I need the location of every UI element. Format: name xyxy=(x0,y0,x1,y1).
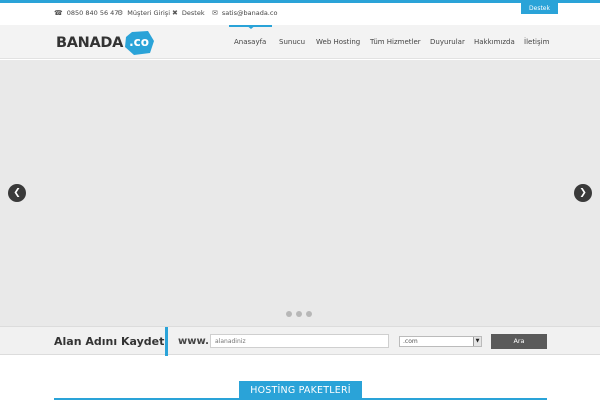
tld-selected-value: .com xyxy=(403,338,418,345)
domain-search-bar: Alan Adını Kaydet www. .com ▼ Ara xyxy=(0,326,600,356)
slider-dot[interactable] xyxy=(306,311,312,317)
phone-number: 0850 840 56 47 xyxy=(66,9,119,17)
chevron-right-icon[interactable]: ❯ xyxy=(574,184,592,202)
nav-item-contact[interactable]: İletişim xyxy=(524,38,549,46)
support-tab[interactable]: Destek xyxy=(521,3,558,14)
slider-dots xyxy=(286,311,312,317)
logo-badge-text: .co xyxy=(129,35,150,49)
customer-login-link[interactable]: ⚙ Müşteri Girişi xyxy=(117,9,170,17)
tools-icon: ✖ xyxy=(172,9,178,17)
email-address: satis@banada.co xyxy=(221,9,278,17)
site-header: BANADA .co Anasayfa Sunucu Web Hosting T… xyxy=(0,25,600,59)
gears-icon: ⚙ xyxy=(117,9,124,17)
chevron-left-icon[interactable]: ❮ xyxy=(8,184,26,202)
nav-item-all-services[interactable]: Tüm Hizmetler xyxy=(370,38,421,46)
domain-search-title: Alan Adını Kaydet xyxy=(54,335,165,348)
search-button[interactable]: Ara xyxy=(491,334,547,349)
slider-dot[interactable] xyxy=(286,311,292,317)
email-link[interactable]: ✉ satis@banada.co xyxy=(212,9,277,17)
nav-active-arrow xyxy=(246,25,256,29)
logo-text: BANADA xyxy=(56,35,124,51)
nav-item-server[interactable]: Sunucu xyxy=(279,38,305,46)
logo-badge: .co xyxy=(124,31,155,55)
domain-input[interactable] xyxy=(210,334,389,348)
top-bar: ☎ 0850 840 56 47 ⚙ Müşteri Girişi ✖ Dest… xyxy=(0,0,600,25)
phone-contact[interactable]: ☎ 0850 840 56 47 xyxy=(54,9,118,17)
nav-item-web-hosting[interactable]: Web Hosting xyxy=(316,38,360,46)
nav-item-about[interactable]: Hakkımızda xyxy=(474,38,515,46)
site-logo[interactable]: BANADA .co xyxy=(56,31,155,55)
tld-select[interactable]: .com ▼ xyxy=(399,336,482,347)
nav-item-home[interactable]: Anasayfa xyxy=(234,38,266,46)
section-title: HOSTİNG PAKETLERİ xyxy=(239,381,362,400)
customer-login-label: Müşteri Girişi xyxy=(127,9,171,17)
phone-icon: ☎ xyxy=(54,9,63,17)
hero-slider: ❮ ❯ xyxy=(0,60,600,326)
domain-divider xyxy=(165,327,168,356)
nav-item-announcements[interactable]: Duyurular xyxy=(430,38,465,46)
support-label: Destek xyxy=(181,9,205,17)
chevron-down-icon: ▼ xyxy=(473,337,481,346)
www-prefix: www. xyxy=(178,336,209,347)
slider-dot[interactable] xyxy=(296,311,302,317)
mail-icon: ✉ xyxy=(212,9,218,17)
support-link[interactable]: ✖ Destek xyxy=(172,9,205,17)
